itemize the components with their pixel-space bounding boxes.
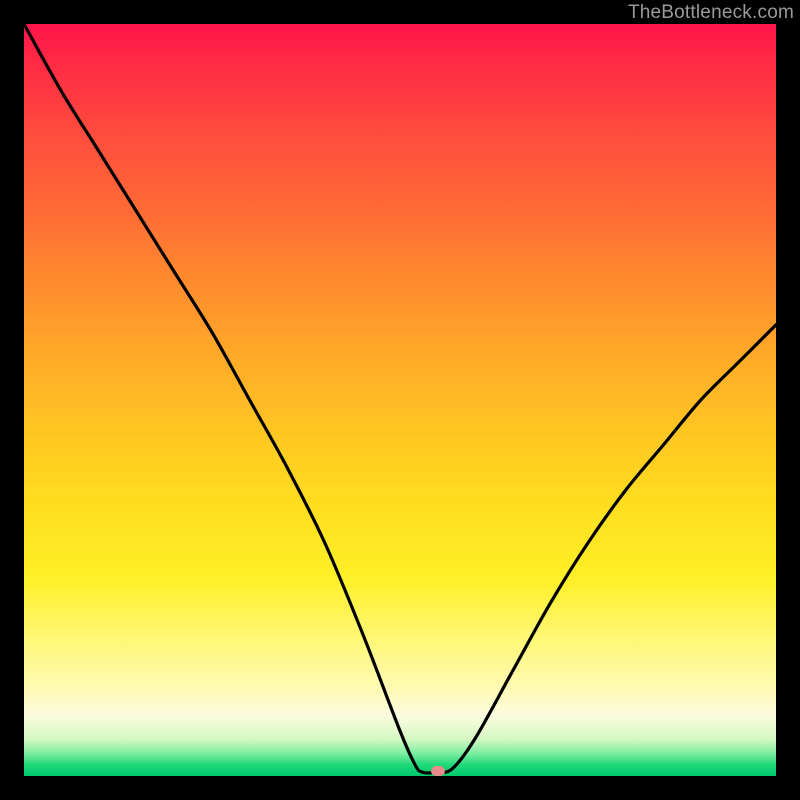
- optimal-point-marker: [431, 766, 445, 776]
- chart-frame: TheBottleneck.com: [0, 0, 800, 800]
- watermark-text: TheBottleneck.com: [628, 2, 794, 24]
- bottleneck-curve: [24, 24, 776, 776]
- plot-area: [24, 24, 776, 776]
